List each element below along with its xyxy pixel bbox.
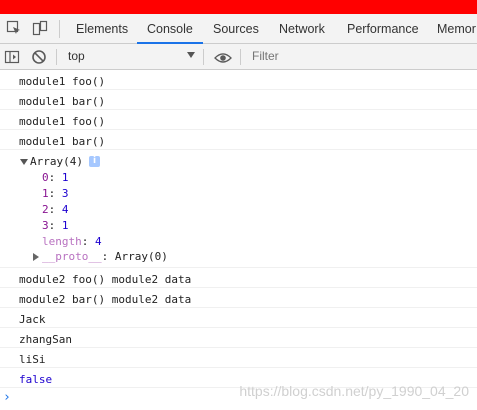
console-toolbar: top — [0, 44, 477, 70]
top-color-bar — [0, 0, 477, 14]
array-entry: 0: 1 — [42, 171, 69, 184]
array-entry: 1: 3 — [42, 187, 69, 200]
log-row: module1 bar() — [0, 130, 477, 150]
device-toolbar-icon[interactable] — [32, 20, 48, 36]
boolean-result: false — [19, 373, 53, 386]
tab-elements[interactable]: Elements — [76, 14, 128, 43]
proto-entry[interactable]: __proto__: Array(0) — [42, 250, 168, 263]
array-index: 0 — [42, 171, 49, 184]
chevron-down-icon[interactable] — [187, 52, 195, 58]
filter-input[interactable] — [252, 47, 472, 66]
log-text: module1 bar() — [19, 95, 106, 108]
log-row: module1 bar() — [0, 90, 477, 110]
array-value: 1 — [61, 171, 69, 184]
log-text: liSi — [19, 353, 46, 366]
array-index: 2 — [42, 203, 49, 216]
array-index: 1 — [42, 187, 49, 200]
show-sidebar-icon[interactable] — [4, 49, 20, 69]
log-text: module1 foo() — [19, 115, 106, 128]
array-summary[interactable]: Array(4) — [30, 155, 83, 168]
log-text: Jack — [19, 313, 46, 326]
log-row: zhangSan — [0, 328, 477, 348]
console-output: module1 foo() module1 bar() module1 foo(… — [0, 70, 477, 410]
tab-console[interactable]: Console — [137, 14, 203, 44]
array-value: 3 — [61, 187, 69, 200]
array-length-entry: length: 4 — [42, 235, 102, 248]
expand-arrow-icon[interactable] — [20, 159, 28, 165]
log-row: module1 foo() — [0, 70, 477, 90]
length-value: 4 — [95, 235, 102, 248]
tab-bar-separator — [59, 20, 60, 38]
tab-performance[interactable]: Performance — [347, 14, 419, 43]
log-row: module2 foo() module2 data — [0, 268, 477, 288]
log-text: zhangSan — [19, 333, 72, 346]
array-index: 3 — [42, 219, 49, 232]
log-text: module2 foo() module2 data — [19, 273, 192, 286]
array-value: 4 — [61, 203, 69, 216]
info-icon[interactable]: i — [89, 156, 100, 167]
watermark: https://blog.csdn.net/py_1990_04_20 — [239, 383, 469, 399]
tab-network[interactable]: Network — [279, 14, 325, 43]
proto-key: __proto__ — [42, 250, 102, 263]
tab-sources[interactable]: Sources — [213, 14, 259, 43]
array-log-row: Array(4) i 0: 1 1: 3 2: 4 3: 1 length: 4… — [0, 150, 477, 268]
devtools-tab-bar: Elements Console Sources Network Perform… — [0, 14, 477, 44]
log-text: module1 foo() — [19, 75, 106, 88]
toolbar-separator — [240, 49, 241, 65]
tab-memory[interactable]: Memor — [437, 14, 476, 43]
log-row: module1 foo() — [0, 110, 477, 130]
proto-value: Array(0) — [114, 250, 168, 263]
toolbar-separator — [56, 49, 57, 65]
live-expression-eye-icon[interactable] — [214, 50, 232, 69]
array-entry: 2: 4 — [42, 203, 69, 216]
log-row: Jack — [0, 308, 477, 328]
console-prompt-icon[interactable]: › — [3, 390, 11, 405]
array-value: 1 — [61, 219, 69, 232]
log-row: liSi — [0, 348, 477, 368]
expand-arrow-icon[interactable] — [33, 253, 39, 261]
array-entry: 3: 1 — [42, 219, 69, 232]
log-text: module2 bar() module2 data — [19, 293, 192, 306]
log-row: module2 bar() module2 data — [0, 288, 477, 308]
toolbar-separator — [203, 49, 204, 65]
log-text: module1 bar() — [19, 135, 106, 148]
inspect-element-icon[interactable] — [6, 20, 22, 36]
length-key: length — [42, 235, 82, 248]
context-selector[interactable]: top — [68, 49, 85, 63]
clear-console-icon[interactable] — [31, 49, 47, 69]
